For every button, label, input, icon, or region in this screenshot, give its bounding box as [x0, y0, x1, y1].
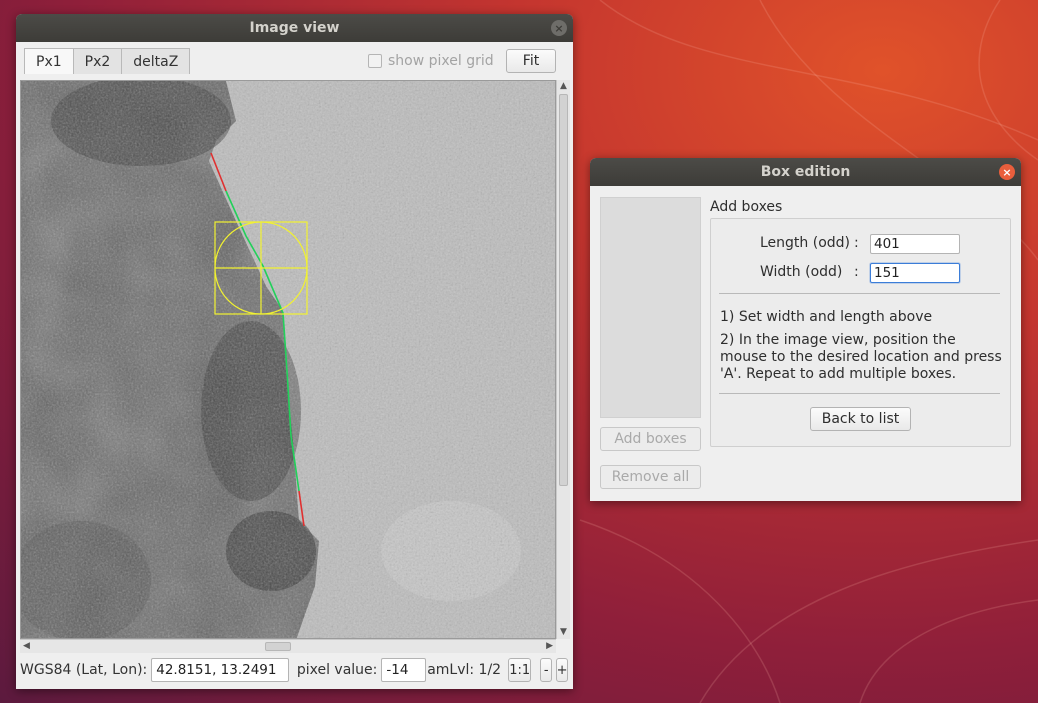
scroll-right-icon[interactable]: ▶ [546, 642, 553, 651]
show-pixel-grid-label: show pixel grid [388, 53, 494, 69]
zoom-in-button[interactable]: + [556, 658, 569, 682]
vertical-scroll-thumb[interactable] [559, 94, 568, 486]
box-marker [214, 221, 308, 315]
coord-field[interactable]: 42.8151, 13.2491 [151, 658, 289, 682]
add-boxes-group: Length (odd) : 401 Width (odd) : 151 1) … [710, 218, 1011, 447]
box-edition-window: Box edition × Add boxes Remove all Add b… [590, 158, 1021, 501]
pixel-value-label: pixel value: [296, 662, 378, 678]
instruction-step-1: 1) Set width and length above [720, 309, 933, 325]
fit-button[interactable]: Fit [506, 49, 556, 73]
box-list[interactable] [600, 197, 701, 418]
separator-bottom [719, 393, 1000, 394]
add-boxes-button[interactable]: Add boxes [600, 427, 701, 451]
status-bar: WGS84 (Lat, Lon): 42.8151, 13.2491 pixel… [20, 658, 569, 682]
separator-top [719, 293, 1000, 294]
tab-px2[interactable]: Px2 [73, 48, 123, 74]
instruction-step-2: 2) In the image view, position the mouse… [720, 332, 1002, 382]
length-colon: : [854, 235, 859, 251]
add-boxes-group-title: Add boxes [710, 199, 783, 215]
zoom-out-button[interactable]: - [540, 658, 553, 682]
width-colon: : [854, 264, 859, 280]
remove-all-button[interactable]: Remove all [600, 465, 701, 489]
box-edition-title: Box edition [760, 164, 851, 180]
radar-image[interactable] [21, 81, 556, 639]
zoom-1to1-button[interactable]: 1:1 [508, 658, 532, 682]
image-tabs: Px1 Px2 deltaZ [24, 48, 191, 74]
coord-label: WGS84 (Lat, Lon): [20, 662, 148, 678]
vertical-scrollbar[interactable]: ▲ ▼ [556, 80, 570, 639]
tab-px1[interactable]: Px1 [24, 48, 74, 74]
horizontal-scrollbar[interactable]: ◀ ▶ [20, 639, 556, 653]
width-label: Width (odd) [760, 264, 843, 280]
close-icon[interactable]: × [999, 164, 1015, 180]
width-input[interactable]: 151 [870, 263, 960, 283]
box-edition-titlebar[interactable]: Box edition × [590, 158, 1021, 186]
image-view-titlebar[interactable]: Image view × [16, 14, 573, 42]
image-canvas[interactable] [20, 80, 556, 639]
image-view-title: Image view [249, 20, 340, 36]
tab-deltaz[interactable]: deltaZ [122, 48, 191, 74]
scroll-down-icon[interactable]: ▼ [560, 628, 567, 637]
pixel-value-field[interactable]: -14 [381, 658, 427, 682]
zoom-level-label: amLvl: 1/2 [427, 662, 502, 678]
close-icon[interactable]: × [551, 20, 567, 36]
show-pixel-grid-checkbox[interactable] [368, 54, 382, 68]
back-to-list-button[interactable]: Back to list [810, 407, 911, 431]
horizontal-scroll-thumb[interactable] [265, 642, 291, 651]
image-view-window: Image view × Px1 Px2 deltaZ show pixel g… [16, 14, 573, 689]
scroll-left-icon[interactable]: ◀ [23, 642, 30, 651]
show-pixel-grid-toggle[interactable]: show pixel grid [368, 53, 494, 69]
length-input[interactable]: 401 [870, 234, 960, 254]
scroll-up-icon[interactable]: ▲ [560, 82, 567, 91]
length-label: Length (odd) [760, 235, 851, 251]
